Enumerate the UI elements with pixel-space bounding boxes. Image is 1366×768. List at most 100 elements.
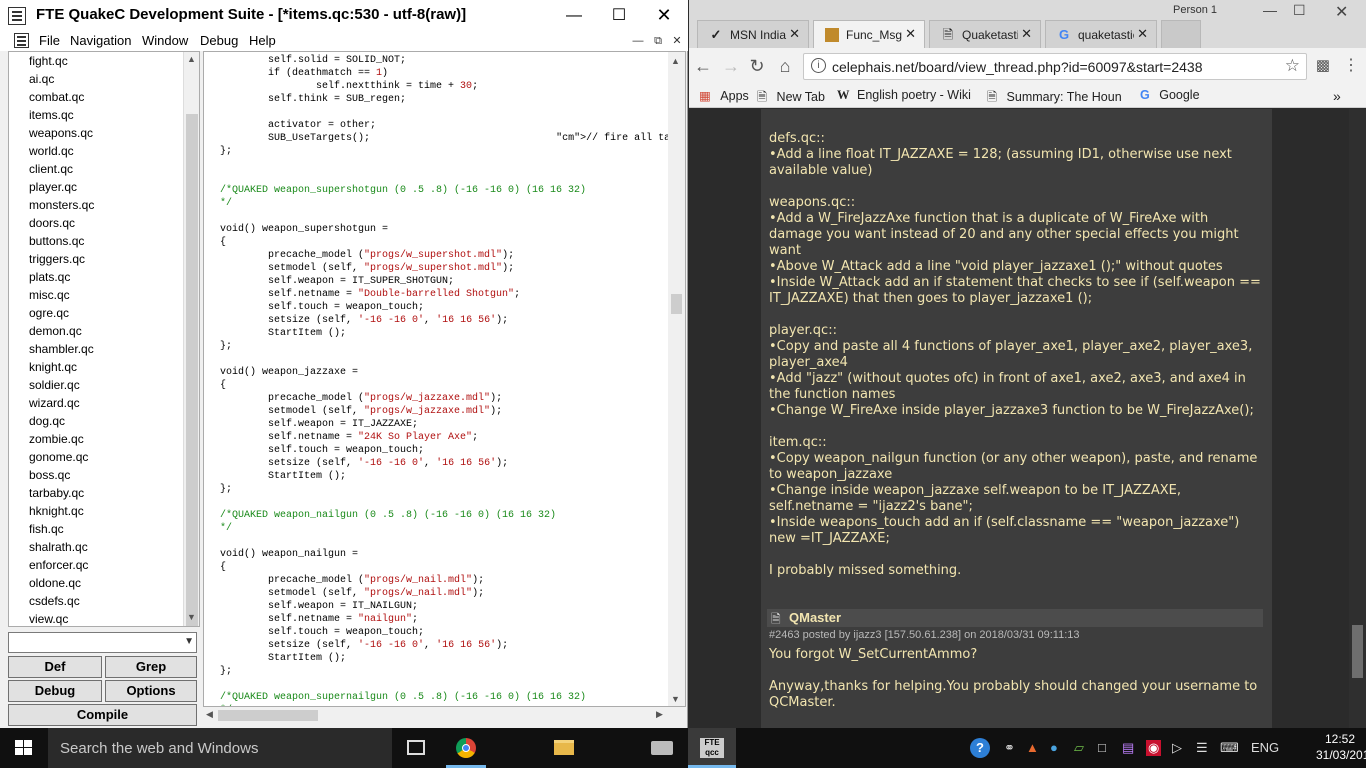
code-line[interactable]: if (deathmatch == 1) (220, 67, 670, 80)
menu-file[interactable]: File (39, 33, 60, 48)
menu-navigation[interactable]: Navigation (70, 33, 131, 48)
code-line[interactable]: }; (220, 340, 670, 353)
code-line[interactable]: self.touch = weapon_touch; (220, 444, 670, 457)
file-list-item[interactable]: plats.qc (9, 268, 199, 286)
editor-vertical-scrollbar[interactable]: ▲ ▼ (668, 52, 685, 706)
mdi-minimize-button[interactable]: — (630, 34, 646, 48)
tab-google-search[interactable]: G quaketastic ✕ (1045, 20, 1157, 48)
reload-icon[interactable]: ↻ (747, 56, 767, 76)
file-list-item[interactable]: dog.qc (9, 412, 199, 430)
file-list-item[interactable]: boss.qc (9, 466, 199, 484)
code-line[interactable]: StartItem (); (220, 327, 670, 340)
options-button[interactable]: Options (105, 680, 197, 702)
file-list-item[interactable]: view.qc (9, 610, 199, 626)
code-line[interactable]: setsize (self, '-16 -16 0', '16 16 56'); (220, 457, 670, 470)
code-line[interactable]: precache_model ("progs/w_supershot.mdl")… (220, 249, 670, 262)
code-line[interactable] (220, 171, 670, 184)
file-list-item[interactable]: items.qc (9, 106, 199, 124)
code-line[interactable]: /*QUAKED weapon_supernailgun (0 .5 .8) (… (220, 691, 670, 704)
scroll-down-icon[interactable]: ▼ (671, 694, 680, 704)
code-line[interactable] (220, 106, 670, 119)
code-text[interactable]: self.solid = SOLID_NOT; if (deathmatch =… (220, 54, 685, 706)
file-list-item[interactable]: enforcer.qc (9, 556, 199, 574)
code-line[interactable] (220, 353, 670, 366)
file-list-item[interactable]: oldone.qc (9, 574, 199, 592)
page-scrollbar[interactable] (1349, 109, 1366, 728)
file-list[interactable]: fight.qc ai.qc combat.qc items.qc weapons.qc… (8, 51, 200, 627)
code-line[interactable]: */ (220, 197, 670, 210)
code-line[interactable]: precache_model ("progs/w_nail.mdl"); (220, 574, 670, 587)
reply-author[interactable]: QMaster (789, 610, 841, 625)
code-line[interactable]: self.netname = "24K So Player Axe"; (220, 431, 670, 444)
code-line[interactable]: self.think = SUB_regen; (220, 93, 670, 106)
code-line[interactable]: SUB_UseTargets(); "cm">// fire all targe… (220, 132, 685, 145)
code-line[interactable] (220, 535, 670, 548)
file-list-item[interactable]: doors.qc (9, 214, 199, 232)
profile-name[interactable]: Person 1 (1173, 4, 1217, 16)
code-line[interactable]: self.weapon = IT_SUPER_SHOTGUN; (220, 275, 670, 288)
file-list-item[interactable]: world.qc (9, 142, 199, 160)
extension-icon[interactable]: ▩ (1313, 56, 1333, 76)
code-line[interactable] (220, 678, 670, 691)
keyboard-icon[interactable]: ⌨ (1220, 740, 1239, 756)
new-tab-bookmark[interactable]: 🗎 New Tab (757, 88, 825, 109)
address-bar[interactable]: i ☆ (803, 53, 1307, 80)
taskbar-search-box[interactable]: Search the web and Windows (48, 728, 392, 768)
file-list-item[interactable]: fight.qc (9, 52, 199, 70)
back-icon[interactable]: ← (693, 56, 713, 76)
home-icon[interactable]: ⌂ (775, 56, 795, 76)
menu-debug[interactable]: Debug (200, 33, 238, 48)
mdi-restore-button[interactable]: ⧉ (650, 34, 666, 48)
globe-icon[interactable]: ● (1050, 740, 1058, 755)
code-line[interactable]: self.weapon = IT_JAZZAXE; (220, 418, 670, 431)
mdi-close-button[interactable]: ✕ (669, 34, 685, 48)
tab-quaketastic[interactable]: 🗎 Quaketastic ✕ (929, 20, 1041, 48)
menu-icon[interactable]: ⋮ (1341, 56, 1361, 76)
code-line[interactable]: self.nextthink = time + 30; (220, 80, 670, 93)
code-line[interactable]: activator = other; (220, 119, 670, 132)
compile-button[interactable]: Compile (8, 704, 197, 726)
code-line[interactable]: /*QUAKED weapon_supershotgun (0 .5 .8) (… (220, 184, 670, 197)
code-line[interactable] (220, 158, 670, 171)
close-tab-icon[interactable]: ✕ (1021, 26, 1032, 42)
code-line[interactable]: { (220, 379, 670, 392)
chevron-down-icon[interactable]: ▼ (184, 636, 194, 647)
code-line[interactable]: /*QUAKED weapon_nailgun (0 .5 .8) (-16 -… (220, 509, 670, 522)
code-line[interactable]: void() weapon_nailgun = (220, 548, 670, 561)
apps-bookmark[interactable]: ▦ Apps (699, 88, 749, 103)
scroll-up-icon[interactable]: ▲ (187, 54, 196, 64)
code-line[interactable]: setmodel (self, "progs/w_jazzaxe.mdl"); (220, 405, 670, 418)
code-line[interactable]: void() weapon_supershotgun = (220, 223, 670, 236)
file-list-item[interactable]: soldier.qc (9, 376, 199, 394)
file-list-item[interactable]: fish.qc (9, 520, 199, 538)
scroll-left-icon[interactable]: ◀ (206, 709, 213, 720)
file-list-scrollbar[interactable]: ▲ ▼ (183, 52, 199, 626)
code-line[interactable]: self.netname = "nailgun"; (220, 613, 670, 626)
star-bookmark-icon[interactable]: ☆ (1285, 56, 1300, 76)
speaker-icon[interactable]: ▲ (1026, 740, 1039, 755)
code-line[interactable]: { (220, 561, 670, 574)
maximize-button[interactable]: ☐ (1293, 2, 1306, 19)
code-line[interactable]: */ (220, 522, 670, 535)
printer-taskbar-app[interactable] (638, 728, 686, 768)
tab-msn-india[interactable]: ✓ MSN India ✕ (697, 20, 809, 48)
document-menu-icon[interactable] (14, 33, 29, 48)
code-line[interactable]: { (220, 236, 670, 249)
file-list-item[interactable]: tarbaby.qc (9, 484, 199, 502)
file-list-item[interactable]: knight.qc (9, 358, 199, 376)
grep-button[interactable]: Grep (105, 656, 197, 678)
code-line[interactable]: self.weapon = IT_NAILGUN; (220, 600, 670, 613)
file-combo-box[interactable]: ▼ (8, 632, 197, 653)
file-list-item[interactable]: demon.qc (9, 322, 199, 340)
file-list-item[interactable]: misc.qc (9, 286, 199, 304)
app-tray-icon[interactable]: ▤ (1122, 740, 1134, 756)
volume-icon[interactable]: ▷ (1172, 740, 1182, 756)
more-bookmarks-icon[interactable]: » (1333, 88, 1341, 104)
code-line[interactable]: StartItem (); (220, 652, 670, 665)
file-list-item[interactable]: client.qc (9, 160, 199, 178)
code-line[interactable]: setmodel (self, "progs/w_supershot.mdl")… (220, 262, 670, 275)
file-list-item[interactable]: ai.qc (9, 70, 199, 88)
code-line[interactable]: precache_model ("progs/w_jazzaxe.mdl"); (220, 392, 670, 405)
minimize-button[interactable]: — (551, 0, 597, 31)
new-tab-button[interactable] (1161, 20, 1201, 48)
